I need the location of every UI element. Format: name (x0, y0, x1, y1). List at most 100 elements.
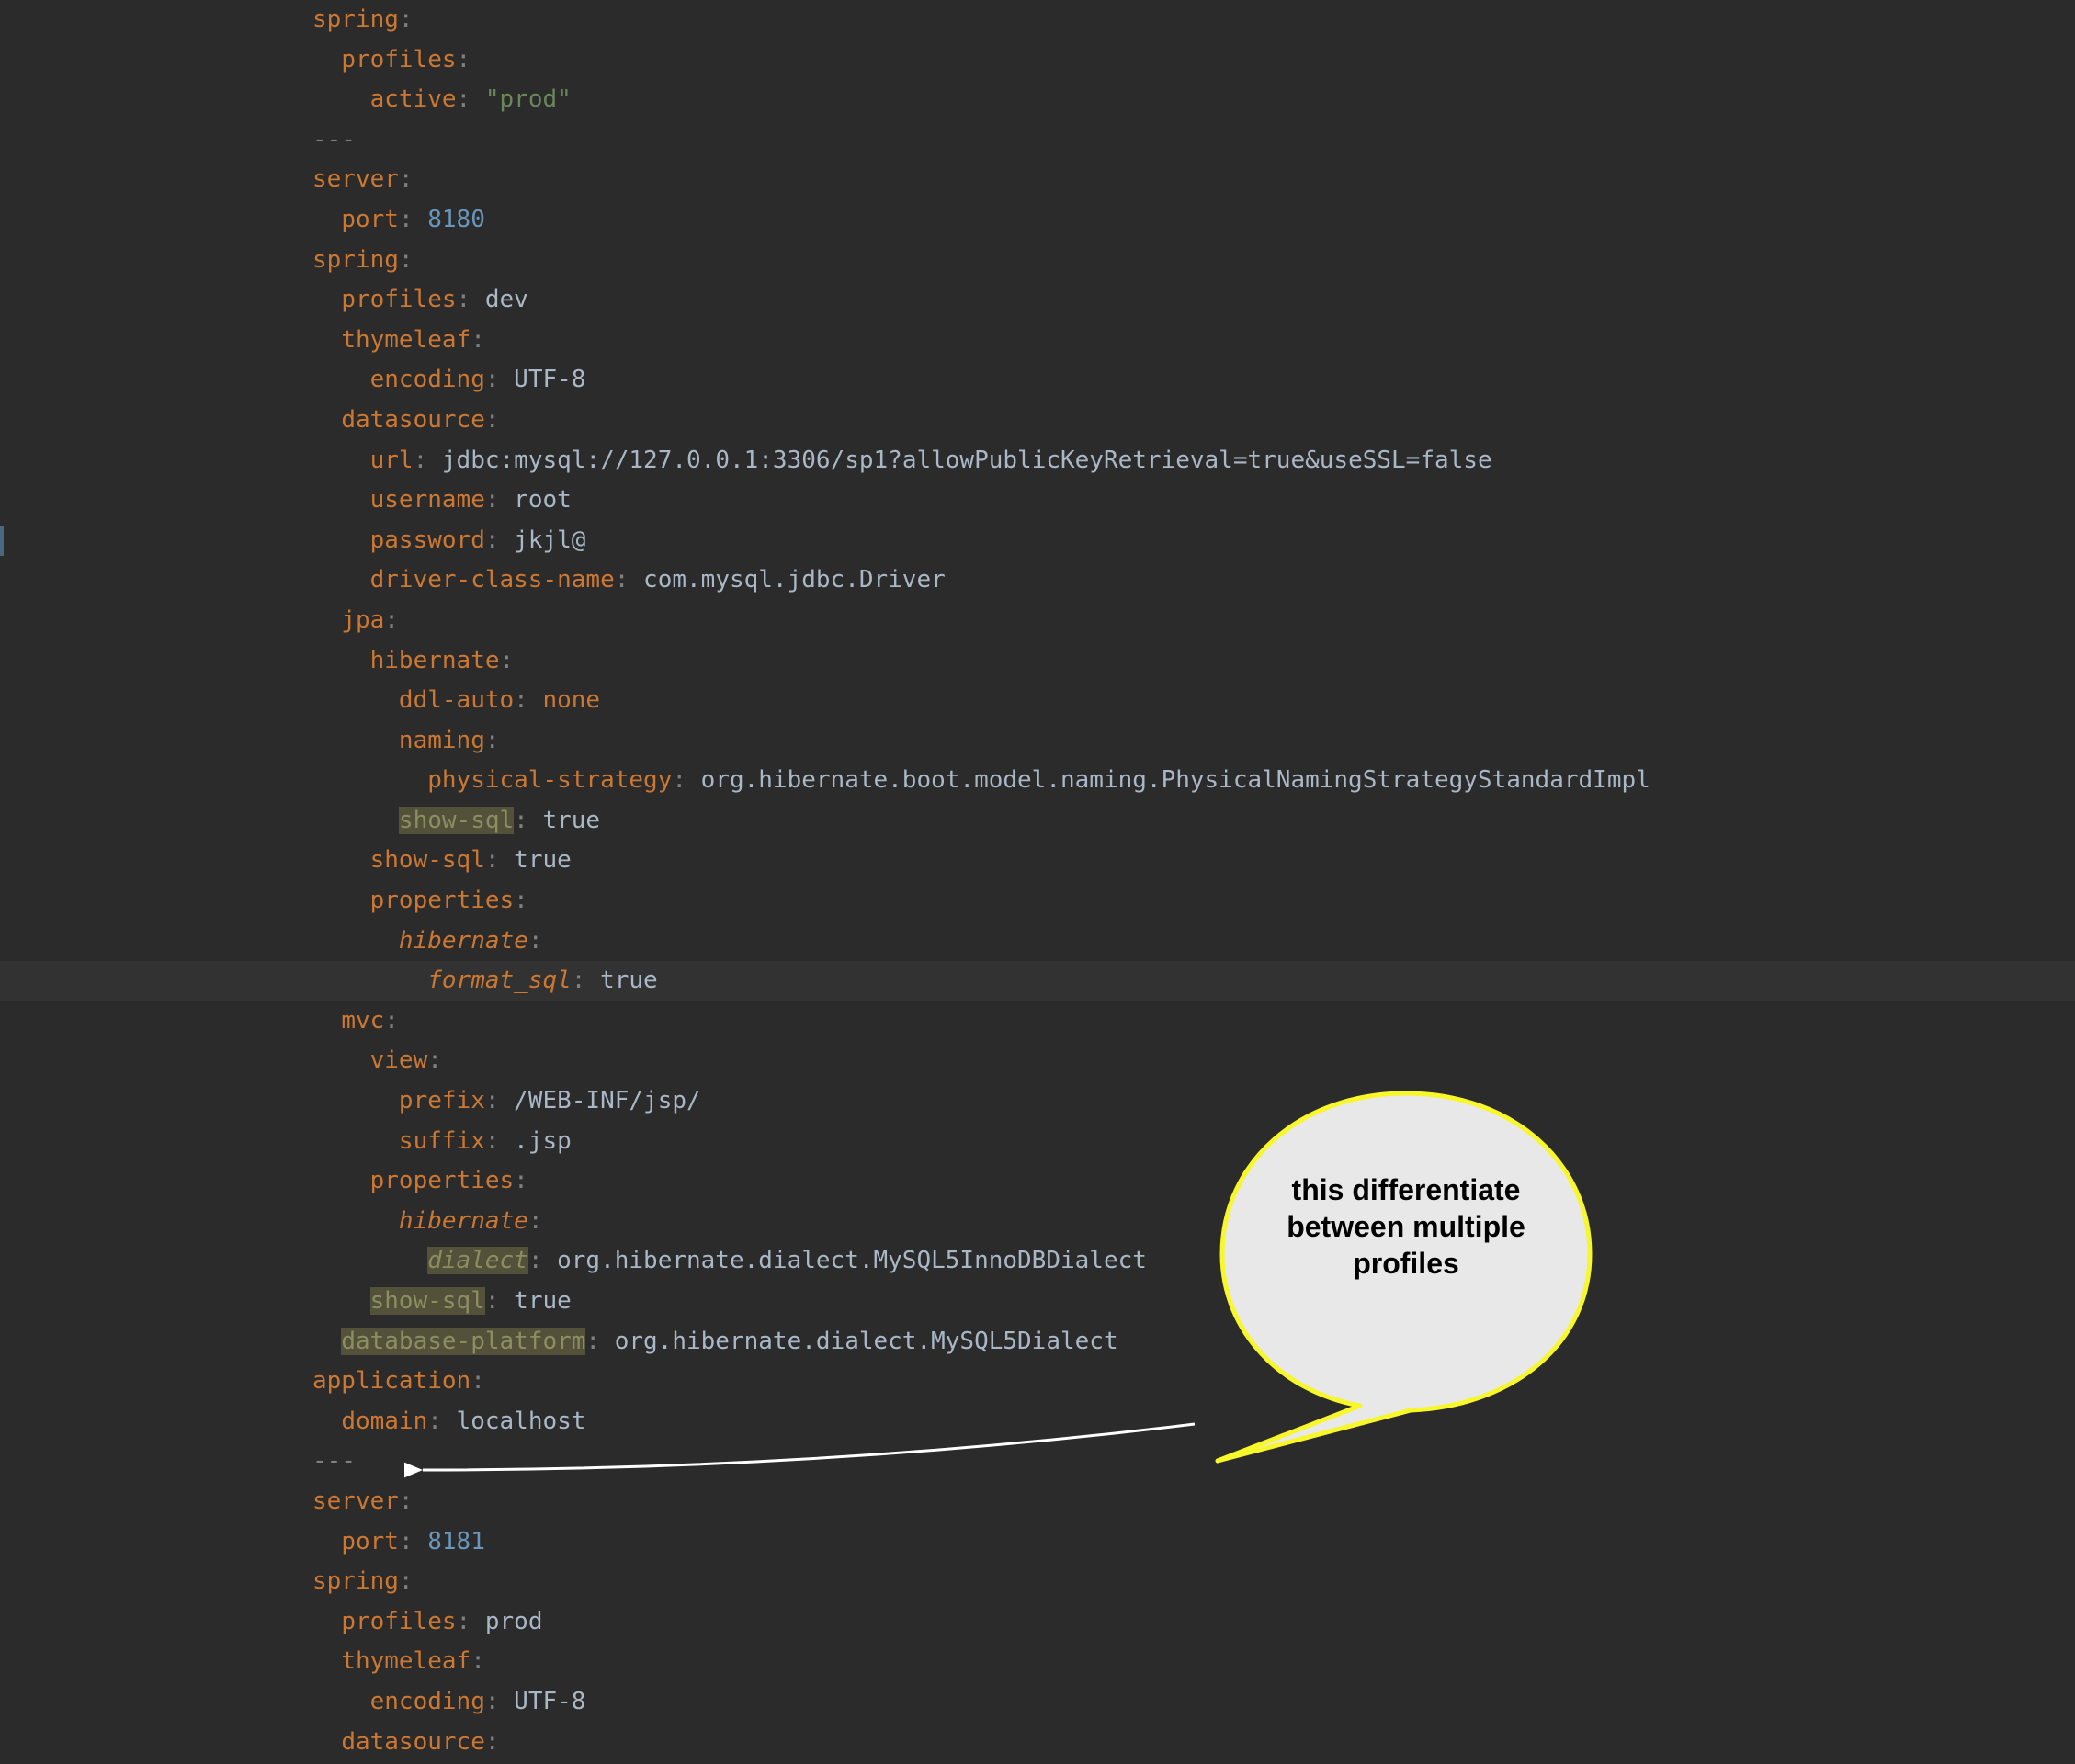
code-line[interactable]: jpa: (37, 601, 2075, 641)
code-line[interactable]: spring: (37, 241, 2075, 281)
code-token: encoding (370, 1688, 485, 1715)
code-token: jkjl@ (514, 526, 585, 554)
code-line[interactable]: dialect: org.hibernate.dialect.MySQL5Inn… (37, 1241, 2075, 1282)
code-line[interactable]: encoding: UTF-8 (37, 360, 2075, 401)
code-token: : (672, 766, 700, 794)
code-line[interactable]: profiles: (37, 40, 2075, 81)
code-token: none (542, 686, 600, 714)
code-token: url (370, 447, 414, 474)
code-token: show-sql (399, 807, 514, 834)
code-line[interactable]: properties: (37, 881, 2075, 922)
code-token: hibernate (370, 647, 500, 674)
code-line[interactable]: server: (37, 160, 2075, 200)
code-line[interactable]: format_sql: true (0, 961, 2075, 1001)
code-token: : (528, 1207, 543, 1235)
code-token: localhost (457, 1408, 586, 1435)
code-line[interactable]: naming: (37, 721, 2075, 762)
code-token: : (485, 526, 514, 554)
code-line[interactable]: view: (37, 1041, 2075, 1081)
code-line[interactable]: url: jdbc:mysql://127.0.0.1:3306/sp1?all… (37, 441, 2075, 481)
code-token: profiles (341, 1608, 456, 1635)
code-token: thymeleaf (341, 1647, 471, 1675)
code-token: database-platform (341, 1328, 585, 1355)
code-line[interactable]: datasource: (37, 401, 2075, 441)
code-line[interactable]: password: jkjl@ (37, 521, 2075, 561)
code-line[interactable]: server: (37, 1482, 2075, 1522)
code-token: encoding (370, 366, 485, 393)
code-token: .jsp (514, 1127, 572, 1155)
code-token: true (514, 1287, 572, 1315)
code-token: : (485, 1287, 514, 1315)
code-line[interactable]: show-sql: true (37, 1282, 2075, 1322)
code-line[interactable]: profiles: prod (37, 1602, 2075, 1643)
code-line[interactable]: --- (37, 120, 2075, 161)
code-token: spring (312, 6, 399, 33)
code-line[interactable]: suffix: .jsp (37, 1122, 2075, 1162)
code-token: : (485, 1728, 500, 1756)
code-line[interactable]: --- (37, 1442, 2075, 1482)
code-line[interactable]: hibernate: (37, 641, 2075, 682)
code-line[interactable]: datasource: (37, 1723, 2075, 1763)
code-line[interactable]: active: "prod" (37, 80, 2075, 120)
code-token: password (370, 526, 485, 554)
code-token: : (528, 1247, 557, 1274)
code-token: driver-class-name (370, 566, 615, 594)
code-line[interactable]: mvc: (37, 1001, 2075, 1042)
code-token: true (600, 967, 658, 994)
code-line[interactable]: hibernate: (37, 922, 2075, 962)
code-token: dialect (427, 1247, 528, 1274)
code-line[interactable]: username: root (37, 481, 2075, 521)
code-token: : (514, 887, 528, 914)
code-token: 8181 (427, 1528, 485, 1555)
code-token: spring (312, 246, 399, 274)
code-line[interactable]: hibernate: (37, 1202, 2075, 1242)
code-line[interactable]: thymeleaf: (37, 321, 2075, 361)
yaml-code-block[interactable]: spring: profiles: active: "prod"---serve… (37, 0, 2075, 1764)
code-line[interactable]: encoding: UTF-8 (37, 1682, 2075, 1723)
code-line[interactable]: show-sql: true (37, 841, 2075, 881)
code-token: format_sql (427, 967, 572, 994)
code-token: "prod" (485, 85, 572, 113)
code-token: : (399, 206, 427, 233)
code-token: profiles (341, 46, 456, 74)
code-line[interactable]: port: 8181 (37, 1522, 2075, 1563)
code-line[interactable]: port: 8180 (37, 200, 2075, 241)
code-line[interactable]: ddl-auto: none (37, 681, 2075, 721)
code-line[interactable]: domain: localhost (37, 1402, 2075, 1442)
code-token: : (514, 686, 542, 714)
code-line[interactable]: show-sql: true (37, 801, 2075, 842)
code-token: datasource (341, 406, 485, 434)
code-line[interactable]: database-platform: org.hibernate.dialect… (37, 1322, 2075, 1363)
code-editor[interactable]: spring: profiles: active: "prod"---serve… (0, 0, 2075, 1764)
code-token: : (471, 1647, 485, 1675)
code-token: : (384, 1007, 399, 1035)
code-token: : (457, 1608, 485, 1635)
code-token: --- (312, 126, 356, 153)
code-token: : (399, 1487, 414, 1515)
code-token: /WEB-INF/jsp/ (514, 1087, 701, 1114)
code-line[interactable]: application: (37, 1362, 2075, 1402)
code-line[interactable]: thymeleaf: (37, 1642, 2075, 1682)
change-marker-icon (0, 526, 4, 556)
code-line[interactable]: prefix: /WEB-INF/jsp/ (37, 1081, 2075, 1122)
code-token: : (485, 1688, 514, 1715)
code-token: : (457, 286, 485, 313)
code-token: thymeleaf (341, 326, 471, 354)
code-token: show-sql (370, 846, 485, 874)
code-token: physical-strategy (427, 766, 672, 794)
code-token: : (399, 6, 414, 33)
code-line[interactable]: physical-strategy: org.hibernate.boot.mo… (37, 761, 2075, 801)
code-token: naming (399, 727, 485, 754)
code-line[interactable]: properties: (37, 1161, 2075, 1202)
code-line[interactable]: driver-class-name: com.mysql.jdbc.Driver (37, 560, 2075, 601)
code-line[interactable]: spring: (37, 0, 2075, 40)
code-line[interactable]: profiles: dev (37, 280, 2075, 321)
code-token: hibernate (399, 1207, 528, 1235)
code-token: : (384, 606, 399, 634)
code-token: 8180 (427, 206, 485, 233)
code-token: : (471, 326, 485, 354)
code-token: properties (370, 1167, 515, 1194)
code-token: server (312, 165, 399, 193)
code-token: true (542, 807, 600, 834)
code-line[interactable]: spring: (37, 1562, 2075, 1602)
